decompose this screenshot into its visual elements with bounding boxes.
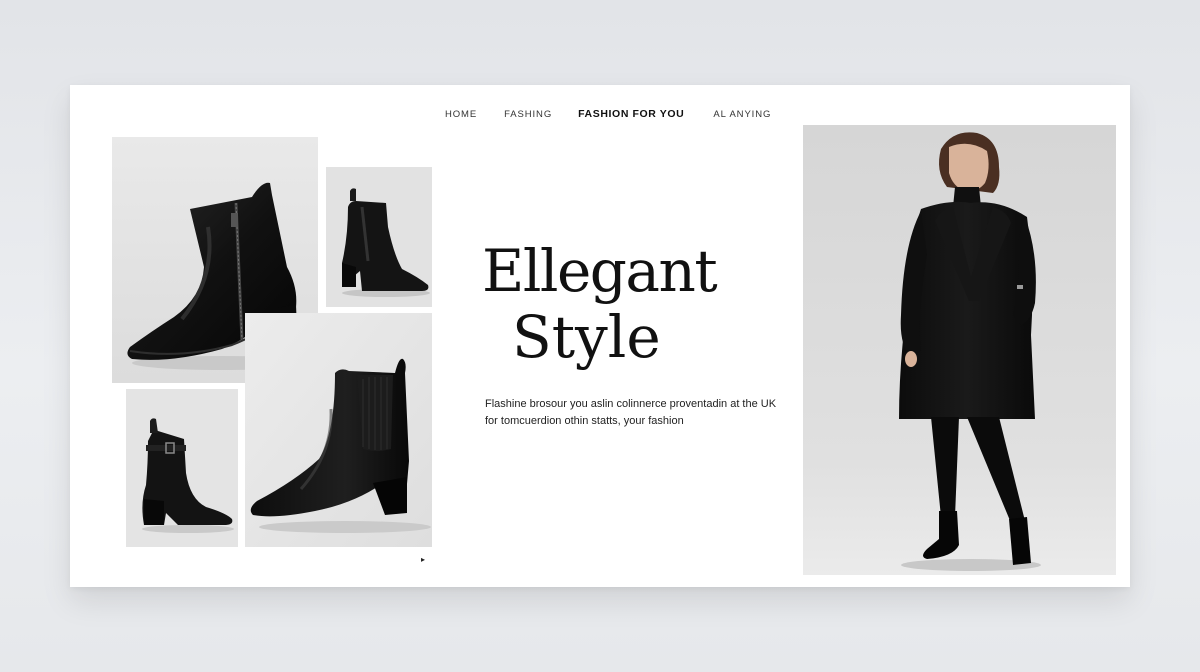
nav-item-fashing[interactable]: FASHING xyxy=(504,109,552,120)
product-tile-buckle-boot[interactable] xyxy=(126,389,238,547)
nav-item-al-anying[interactable]: AL ANYING xyxy=(713,109,771,120)
chelsea-boot-icon xyxy=(326,167,432,307)
nav-item-home[interactable]: HOME xyxy=(445,109,477,120)
model-photo xyxy=(803,125,1116,575)
headline-line-2: Style xyxy=(512,303,661,371)
model-figure-icon xyxy=(803,125,1116,575)
hero-headline: Ellegant Style xyxy=(482,237,782,369)
nav-item-fashion-for-you[interactable]: FASHION FOR YOU xyxy=(578,108,684,120)
product-tile-chelsea-boot-large[interactable] xyxy=(245,313,432,547)
top-navigation: HOME FASHING FASHION FOR YOU AL ANYING xyxy=(445,107,771,121)
product-tile-chelsea-boot-small[interactable] xyxy=(326,167,432,307)
headline-line-1: Ellegant xyxy=(482,237,718,305)
cursor-pointer-icon: ▸ xyxy=(421,555,426,564)
hero-description: Flashine brosour you aslin colinnerce pr… xyxy=(485,396,785,430)
hero-card: HOME FASHING FASHION FOR YOU AL ANYING ▸… xyxy=(70,85,1130,587)
description-line-2: for tomcuerdion othin statts, your fashi… xyxy=(485,415,684,427)
chelsea-boot-large-icon xyxy=(245,313,432,547)
buckle-boot-icon xyxy=(126,389,238,547)
description-line-1: Flashine brosour you aslin colinnerce pr… xyxy=(485,398,777,410)
